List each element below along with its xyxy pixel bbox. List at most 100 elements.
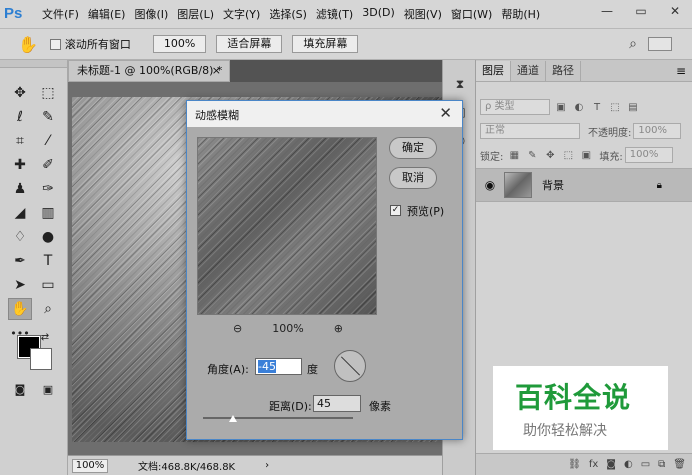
zoom-in-icon[interactable]: ⊕ (334, 322, 343, 335)
distance-slider-track[interactable] (203, 415, 353, 422)
angle-input[interactable]: -45 (255, 358, 302, 375)
preview-zoom-value: 100% (272, 322, 304, 335)
distance-input[interactable]: 45 (313, 395, 361, 412)
scroll-all-windows-checkbox[interactable] (49, 38, 61, 50)
close-window-button[interactable]: ✕ (658, 0, 692, 22)
history-icon[interactable]: ⧗ (452, 76, 468, 92)
background-color-swatch[interactable] (30, 348, 52, 370)
menu-image[interactable]: 图像(I) (134, 6, 168, 22)
layer-lock-icon: 🔒︎ (656, 179, 662, 191)
menu-help[interactable]: 帮助(H) (501, 6, 540, 22)
close-tab-icon[interactable]: × (212, 61, 221, 81)
lock-pixels-icon[interactable]: ✎ (525, 150, 539, 161)
menu-layer[interactable]: 图层(L) (177, 6, 214, 22)
brush-tool-icon[interactable]: ✐ (36, 154, 60, 176)
new-layer-icon[interactable]: ⧉ (658, 459, 665, 470)
eraser-tool-icon[interactable]: ◢ (8, 202, 32, 224)
layer-filter-select[interactable]: ρ 类型 (480, 99, 550, 115)
tab-channels[interactable]: 通道 (511, 61, 546, 81)
layer-row-background[interactable]: ◉ 背景 🔒︎ (476, 168, 692, 202)
clone-stamp-icon[interactable]: ♟ (8, 178, 32, 200)
blur-tool-icon[interactable]: ♢ (8, 226, 32, 248)
menu-file[interactable]: 文件(F) (42, 6, 79, 22)
menu-filter[interactable]: 滤镜(T) (316, 6, 353, 22)
angle-label: 角度(A): (207, 363, 249, 376)
motion-blur-dialog: 动感模糊 ✕ ⊖ 100% ⊕ 确定 取消 ✓ 预览(P) 角度(A): -45… (186, 100, 463, 440)
adjustment-icon[interactable]: ◐ (624, 459, 633, 470)
history-brush-icon[interactable]: ✑ (36, 178, 60, 200)
move-tool-icon[interactable]: ✥ (8, 82, 32, 104)
mask-icon[interactable]: ◙ (606, 459, 616, 470)
layer-name: 背景 (542, 179, 564, 192)
lock-position-icon[interactable]: ✥ (543, 150, 557, 161)
lock-transparent-icon[interactable]: ▦ (507, 150, 521, 161)
close-icon[interactable]: ✕ (439, 104, 452, 122)
blend-mode-select[interactable]: 正常 (480, 123, 580, 139)
fit-screen-button[interactable]: 适合屏幕 (216, 35, 283, 53)
distance-slider-thumb[interactable] (229, 415, 237, 422)
trash-icon[interactable]: 🗑︎ (673, 459, 686, 470)
dialog-titlebar[interactable]: 动感模糊 ✕ (187, 101, 462, 127)
dodge-tool-icon[interactable]: ● (36, 226, 60, 248)
cancel-button[interactable]: 取消 (389, 167, 437, 189)
restore-button[interactable]: ▭ (624, 0, 658, 22)
panel-menu-icon[interactable]: ≡ (676, 64, 686, 78)
filter-image-icon[interactable]: ▣ (554, 102, 568, 113)
crop-tool-icon[interactable]: ⌗ (8, 130, 32, 152)
angle-value: -45 (258, 360, 276, 373)
quick-mask-icon[interactable]: ◙ (8, 378, 32, 400)
status-zoom-field[interactable]: 100% (72, 458, 108, 473)
zoom-out-icon[interactable]: ⊖ (233, 322, 242, 335)
zoom-value-field[interactable]: 100% (152, 35, 207, 53)
link-icon[interactable]: ⛓ (568, 459, 581, 470)
fill-screen-button[interactable]: 填充屏幕 (292, 35, 359, 53)
hand-tool-icon[interactable]: ✋ (8, 298, 32, 320)
menu-select[interactable]: 选择(S) (269, 6, 307, 22)
document-tab[interactable]: 未标题-1 @ 100%(RGB/8) * × (68, 60, 230, 82)
gradient-tool-icon[interactable]: ▥ (36, 202, 60, 224)
filter-shape-icon[interactable]: ⬚ (608, 102, 622, 113)
pen-tool-icon[interactable]: ✒ (8, 250, 32, 272)
minimize-button[interactable]: — (590, 0, 624, 22)
tools-grip[interactable] (0, 60, 67, 68)
angle-dial[interactable] (334, 350, 366, 382)
folder-icon[interactable]: ▭ (641, 459, 650, 470)
tab-paths[interactable]: 路径 (546, 61, 581, 81)
healing-brush-icon[interactable]: ✚ (8, 154, 32, 176)
tab-layers[interactable]: 图层 (476, 61, 511, 81)
preview-checkbox[interactable]: ✓ (390, 205, 401, 216)
quick-select-icon[interactable]: ✎ (36, 106, 60, 128)
menu-type[interactable]: 文字(Y) (223, 6, 260, 22)
visibility-eye-icon[interactable]: ◉ (476, 178, 504, 192)
status-menu-arrow[interactable]: › (265, 460, 269, 471)
swap-colors-icon[interactable]: ⇄ (38, 330, 52, 344)
menu-window[interactable]: 窗口(W) (451, 6, 492, 22)
menu-edit[interactable]: 编辑(E) (88, 6, 126, 22)
eyedropper-icon[interactable]: ⁄ (36, 130, 60, 152)
menu-3d[interactable]: 3D(D) (362, 6, 395, 22)
lasso-tool-icon[interactable]: ℓ (8, 106, 32, 128)
opacity-field[interactable]: 100% (633, 123, 682, 139)
marquee-tool-icon[interactable]: ⬚ (36, 82, 60, 104)
path-select-icon[interactable]: ➤ (8, 274, 32, 296)
angle-unit: 度 (307, 363, 318, 376)
screen-mode-icon[interactable]: ▣ (36, 378, 60, 400)
lock-all-icon[interactable]: ▣ (579, 150, 593, 161)
shape-tool-icon[interactable]: ▭ (36, 274, 60, 296)
dialog-title: 动感模糊 (195, 109, 239, 122)
ok-button[interactable]: 确定 (389, 137, 437, 159)
zoom-tool-icon[interactable]: ⌕ (36, 298, 60, 320)
workspace-switcher[interactable] (648, 37, 672, 51)
blur-preview[interactable] (197, 137, 377, 315)
type-tool-icon[interactable]: T (36, 250, 60, 272)
filter-type-icon[interactable]: T (590, 102, 604, 113)
filter-smart-icon[interactable]: ▤ (626, 102, 640, 113)
layers-bottom-toolbar: ⛓ fx ◙ ◐ ▭ ⧉ 🗑︎ (476, 453, 692, 475)
filter-adjust-icon[interactable]: ◐ (572, 102, 586, 113)
lock-artboard-icon[interactable]: ⬚ (561, 150, 575, 161)
hand-icon[interactable]: ✋ (18, 35, 38, 54)
search-icon[interactable]: ⌕ (629, 36, 637, 52)
fill-field[interactable]: 100% (624, 147, 673, 163)
menu-view[interactable]: 视图(V) (404, 6, 442, 22)
fx-icon[interactable]: fx (589, 459, 598, 470)
